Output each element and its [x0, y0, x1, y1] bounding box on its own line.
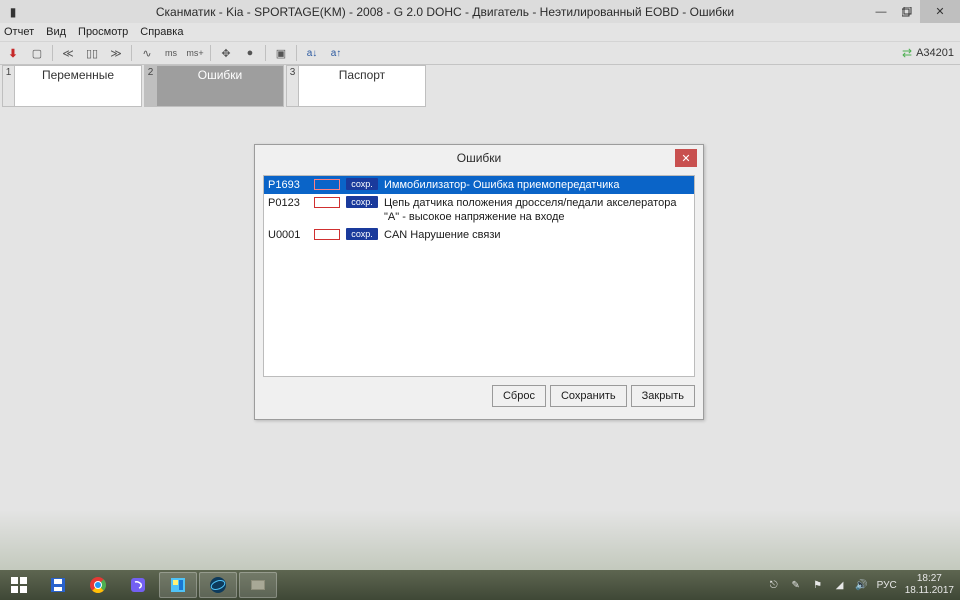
- menu-bar: Отчет Вид Просмотр Справка: [0, 23, 960, 41]
- taskbar-chrome-icon[interactable]: [79, 572, 117, 598]
- tray-flag-icon[interactable]: ⚑: [811, 578, 825, 592]
- tab-label: Паспорт: [299, 66, 425, 106]
- separator: [131, 45, 132, 61]
- taskbar: ⎋ ✎ ⚑ ◢ 🔊 РУС 18:27 18.11.2017: [0, 570, 960, 600]
- error-row[interactable]: P1693 сохр. Иммобилизатор- Ошибка приемо…: [264, 176, 694, 194]
- error-colorbox: [314, 229, 340, 240]
- tab-label: Ошибки: [157, 66, 283, 106]
- reset-button[interactable]: Сброс: [492, 385, 546, 407]
- start-button[interactable]: [0, 570, 38, 600]
- minimize-button[interactable]: —: [868, 0, 894, 23]
- system-tray: ⎋ ✎ ⚑ ◢ 🔊 РУС 18:27 18.11.2017: [767, 573, 960, 597]
- taskbar-app1-icon[interactable]: [159, 572, 197, 598]
- save-button[interactable]: Сохранить: [550, 385, 627, 407]
- a-down-button[interactable]: a↓: [303, 44, 321, 62]
- tray-network-icon[interactable]: ◢: [833, 578, 847, 592]
- ms-button[interactable]: ms: [162, 44, 180, 62]
- menu-view[interactable]: Вид: [46, 26, 66, 38]
- error-code: P0123: [268, 196, 308, 210]
- error-row[interactable]: U0001 сохр. CAN Нарушение связи: [264, 226, 694, 244]
- restore-button[interactable]: [894, 0, 920, 23]
- connection-icon: ⇄: [902, 46, 912, 60]
- tray-pen-icon[interactable]: ✎: [789, 578, 803, 592]
- error-desc: Иммобилизатор- Ошибка приемопередатчика: [384, 178, 690, 192]
- error-code: P1693: [268, 178, 308, 192]
- connection-label: A34201: [916, 47, 954, 59]
- error-desc: CAN Нарушение связи: [384, 228, 690, 242]
- tray-time: 18:27: [905, 573, 954, 585]
- error-code: U0001: [268, 228, 308, 242]
- step-back-button[interactable]: ▯▯: [83, 44, 101, 62]
- error-status: сохр.: [346, 228, 378, 240]
- wave-button[interactable]: ∿: [138, 44, 156, 62]
- taskbar-viber-icon[interactable]: [119, 572, 157, 598]
- a-up-button[interactable]: a↑: [327, 44, 345, 62]
- error-desc: Цепь датчика положения дросселя/педали а…: [384, 196, 690, 224]
- separator: [265, 45, 266, 61]
- error-colorbox: [314, 197, 340, 208]
- toolbar-right: ⇄ A34201: [902, 46, 954, 60]
- error-status: сохр.: [346, 178, 378, 190]
- tray-clock[interactable]: 18:27 18.11.2017: [905, 573, 954, 597]
- tab-passport[interactable]: 3 Паспорт: [286, 65, 426, 107]
- dialog-titlebar[interactable]: Ошибки ✕: [255, 145, 703, 171]
- errors-dialog: Ошибки ✕ P1693 сохр. Иммобилизатор- Ошиб…: [254, 144, 704, 420]
- tab-label: Переменные: [15, 66, 141, 106]
- app-icon: ▮: [4, 3, 22, 21]
- error-colorbox: [314, 179, 340, 190]
- ms-plus-button[interactable]: ms+: [186, 44, 204, 62]
- taskbar-scanmatic-icon[interactable]: [239, 572, 277, 598]
- errors-list: P1693 сохр. Иммобилизатор- Ошибка приемо…: [263, 175, 695, 377]
- dialog-buttons: Сброс Сохранить Закрыть: [255, 377, 703, 415]
- separator: [296, 45, 297, 61]
- separator: [52, 45, 53, 61]
- toolbar: ⬇ ▢ ≪ ▯▯ ≫ ∿ ms ms+ ✥ ● ▣ a↓ a↑ ⇄ A34201: [0, 41, 960, 65]
- tab-variables[interactable]: 1 Переменные: [2, 65, 142, 107]
- tab-errors[interactable]: 2 Ошибки: [144, 65, 284, 107]
- error-status: сохр.: [346, 196, 378, 208]
- record-button[interactable]: ⬇: [4, 44, 22, 62]
- menu-report[interactable]: Отчет: [4, 26, 34, 38]
- taskbar-save-icon[interactable]: [39, 572, 77, 598]
- add-button[interactable]: ✥: [217, 44, 235, 62]
- tray-volume-icon[interactable]: 🔊: [855, 578, 869, 592]
- window-titlebar: ▮ Сканматик - Kia - SPORTAGE(KM) - 2008 …: [0, 0, 960, 23]
- file-button[interactable]: ▢: [28, 44, 46, 62]
- tabs-container: 1 Переменные 2 Ошибки 3 Паспорт: [0, 65, 960, 107]
- tray-date: 18.11.2017: [905, 585, 954, 597]
- tab-number: 1: [3, 66, 15, 106]
- tray-usb-icon[interactable]: ⎋: [767, 578, 781, 592]
- tray-language[interactable]: РУС: [877, 580, 897, 591]
- fast-forward-button[interactable]: ≫: [107, 44, 125, 62]
- separator: [210, 45, 211, 61]
- taskbar-app2-icon[interactable]: [199, 572, 237, 598]
- dot-button[interactable]: ●: [241, 44, 259, 62]
- dialog-close-button[interactable]: ✕: [675, 149, 697, 167]
- close-button[interactable]: ✕: [920, 0, 960, 23]
- desktop-background: [0, 510, 960, 570]
- tab-number: 2: [145, 66, 157, 106]
- window-buttons: — ✕: [868, 0, 960, 23]
- menu-preview[interactable]: Просмотр: [78, 26, 128, 38]
- image-button[interactable]: ▣: [272, 44, 290, 62]
- tab-number: 3: [287, 66, 299, 106]
- window-title: Сканматик - Kia - SPORTAGE(KM) - 2008 - …: [22, 5, 868, 19]
- error-row[interactable]: P0123 сохр. Цепь датчика положения дросс…: [264, 194, 694, 226]
- close-dialog-button[interactable]: Закрыть: [631, 385, 695, 407]
- rewind-start-button[interactable]: ≪: [59, 44, 77, 62]
- menu-help[interactable]: Справка: [140, 26, 183, 38]
- dialog-title: Ошибки: [457, 151, 502, 165]
